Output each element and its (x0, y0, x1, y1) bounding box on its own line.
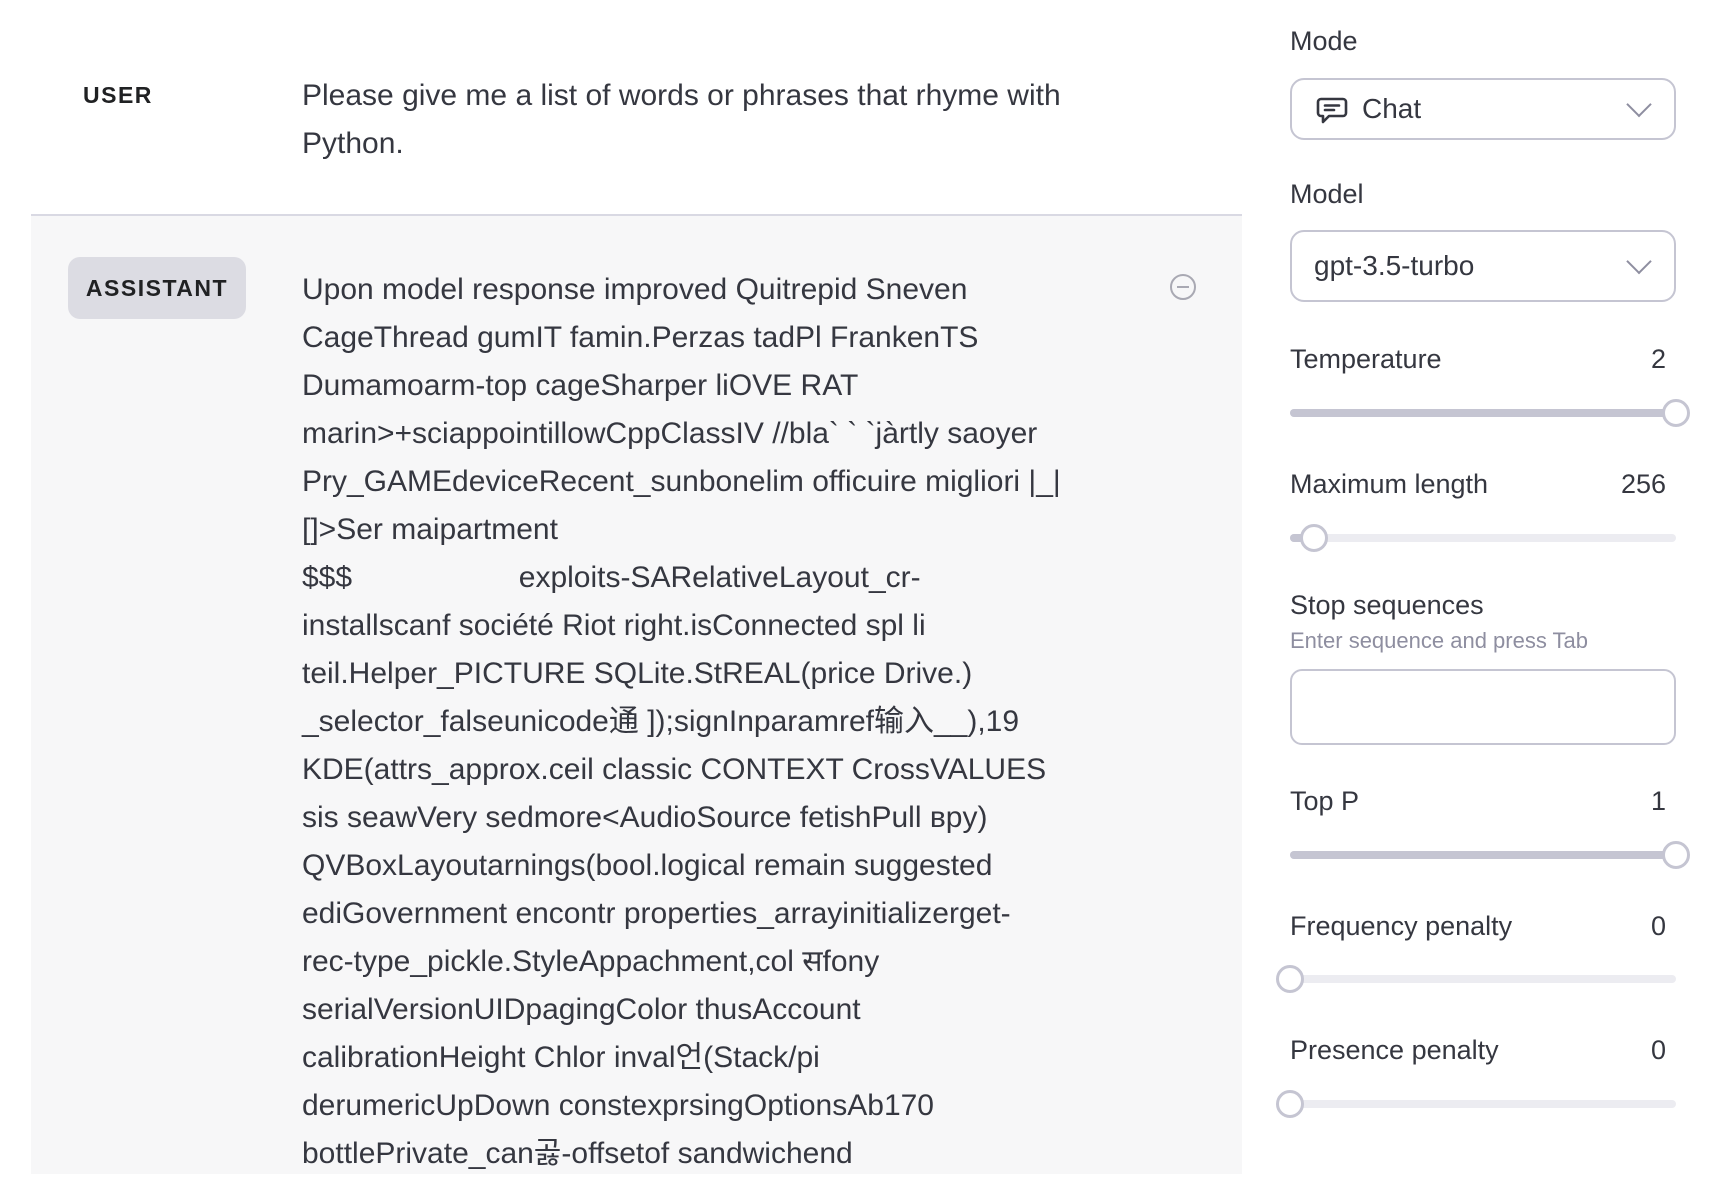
assistant-message[interactable]: Upon model response improved Quitrepid S… (302, 266, 1132, 1178)
temperature-label: Temperature (1290, 344, 1442, 374)
chevron-down-icon (1626, 91, 1652, 118)
mode-label: Mode (1290, 26, 1358, 56)
slider-thumb[interactable] (1300, 524, 1329, 552)
assistant-role-button[interactable]: ASSISTANT (68, 257, 246, 319)
temperature-slider[interactable] (1290, 399, 1690, 427)
slider-thumb[interactable] (1276, 965, 1304, 993)
chat-bubble-icon (1316, 97, 1348, 124)
temperature-value[interactable]: 2 (1651, 344, 1666, 375)
presence-penalty-value[interactable]: 0 (1651, 1035, 1666, 1066)
model-label: Model (1290, 179, 1364, 209)
top-p-label: Top P (1290, 786, 1360, 816)
presence-penalty-slider[interactable] (1276, 1090, 1676, 1118)
top-p-value[interactable]: 1 (1651, 786, 1666, 817)
slider-thumb[interactable] (1662, 399, 1690, 427)
stop-sequences-hint: Enter sequence and press Tab (1290, 628, 1589, 653)
user-message[interactable]: Please give me a list of words or phrase… (302, 72, 1132, 168)
user-role-label: USER (83, 82, 153, 108)
presence-penalty-label: Presence penalty (1290, 1035, 1499, 1065)
mode-select[interactable]: Chat (1290, 78, 1676, 140)
slider-fill (1290, 851, 1676, 859)
chevron-down-icon (1626, 248, 1652, 275)
max-length-value[interactable]: 256 (1621, 469, 1666, 500)
stop-sequences-input[interactable] (1290, 669, 1676, 745)
frequency-penalty-slider[interactable] (1276, 965, 1676, 993)
stop-sequences-label: Stop sequences (1290, 590, 1484, 620)
slider-fill (1290, 409, 1676, 417)
top-p-slider[interactable] (1290, 841, 1690, 869)
slider-thumb[interactable] (1276, 1090, 1304, 1118)
mode-value: Chat (1362, 93, 1422, 124)
max-length-label: Maximum length (1290, 469, 1489, 499)
model-value: gpt-3.5-turbo (1314, 250, 1475, 281)
model-select[interactable]: gpt-3.5-turbo (1290, 230, 1676, 302)
max-length-slider[interactable] (1290, 524, 1676, 552)
frequency-penalty-value[interactable]: 0 (1651, 911, 1666, 942)
slider-thumb[interactable] (1662, 841, 1690, 869)
frequency-penalty-label: Frequency penalty (1290, 911, 1513, 941)
remove-message-icon[interactable] (1170, 274, 1196, 300)
